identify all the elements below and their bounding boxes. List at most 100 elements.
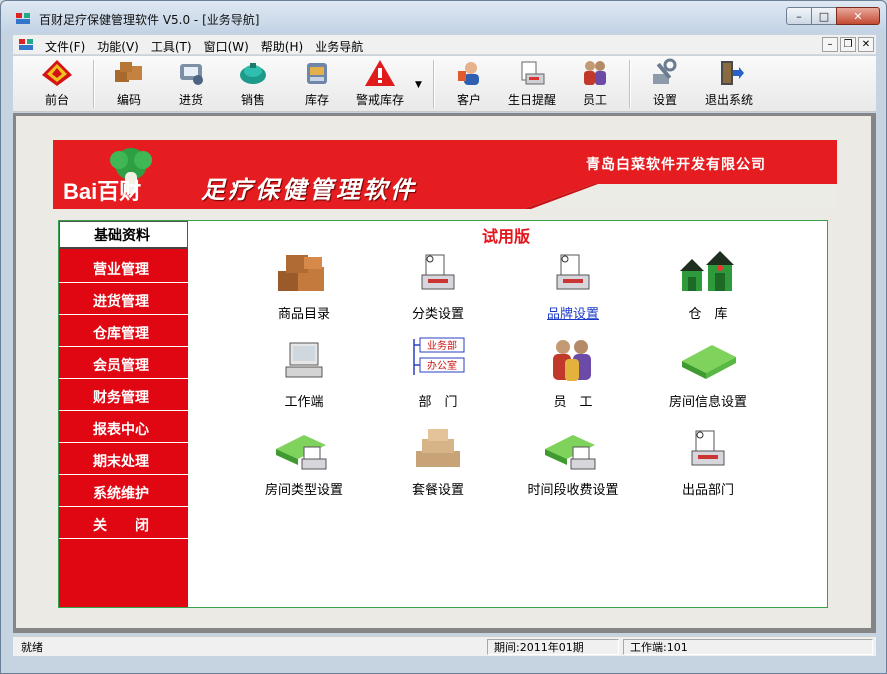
- tile-output-department[interactable]: 出品部门: [643, 425, 773, 498]
- exit-icon: [721, 61, 744, 85]
- toolbar-separator: [433, 60, 435, 108]
- purchase-icon: [180, 64, 203, 85]
- menu-function[interactable]: 功能(V): [97, 38, 139, 55]
- status-workstation: 工作端:101: [623, 639, 873, 655]
- toolbar-warning-stock-button[interactable]: 警戒库存: [349, 58, 411, 110]
- app-window: 百财足疗保健管理软件 V5.0 - [业务导航] – □ ✕ 文件(F) 功能(…: [0, 0, 887, 674]
- app-logo-icon: [16, 13, 30, 24]
- tile-brand-settings[interactable]: 品牌设置: [508, 249, 638, 322]
- toolbar-label: 客户: [456, 93, 481, 107]
- sidebar-item-purchase[interactable]: 进货管理: [59, 287, 188, 315]
- toolbar-inventory-button[interactable]: 库存: [293, 58, 341, 110]
- toolbar-settings-button[interactable]: 设置: [641, 58, 689, 110]
- toolbar-front-desk-button[interactable]: 前台: [33, 58, 81, 110]
- tile-category-settings[interactable]: 分类设置: [373, 249, 503, 322]
- package-icon: [416, 429, 460, 467]
- tile-label: 工作端: [284, 395, 324, 410]
- title-bar: 百财足疗保健管理软件 V5.0 - [业务导航] – □ ✕: [1, 1, 886, 33]
- staff-icon: [584, 61, 606, 85]
- chevron-down-icon[interactable]: ▼: [415, 80, 422, 90]
- tile-label: 员 工: [553, 395, 593, 410]
- tile-label: 部 门: [418, 395, 458, 410]
- toolbar-label: 员工: [582, 93, 607, 107]
- mdi-close-button[interactable]: ✕: [858, 37, 874, 52]
- tile-label: 分类设置: [411, 307, 464, 322]
- tile-room-info-settings[interactable]: 房间信息设置: [643, 337, 773, 410]
- toolbar-staff-button[interactable]: 员工: [571, 58, 619, 110]
- menu-help[interactable]: 帮助(H): [261, 38, 303, 55]
- status-bar: 就绪 期间:2011年01期 工作端:101: [13, 636, 876, 656]
- toolbar-label: 编码: [116, 93, 141, 107]
- tile-label: 房间信息设置: [668, 395, 747, 410]
- sidebar-item-finance[interactable]: 财务管理: [59, 383, 188, 411]
- tile-label: 时间段收费设置: [527, 483, 619, 498]
- staff-icon: [553, 340, 591, 381]
- toolbar: 前台 编码 进货 销售 库存 警戒库存 ▼ 客户 生日提醒 员工 设置 退出系统: [13, 56, 876, 112]
- toolbar-customer-button[interactable]: 客户: [445, 58, 493, 110]
- printer-doc-icon: [421, 254, 455, 290]
- mdi-minimize-button[interactable]: –: [822, 37, 838, 52]
- tile-time-period-fee-settings[interactable]: 时间段收费设置: [508, 425, 638, 498]
- mdi-client-area: Bai百财 足疗保健管理软件 青岛白菜软件开发有限公司 基础资料 营业管理 进货…: [13, 113, 876, 633]
- toolbar-label: 警戒库存: [355, 93, 404, 107]
- green-book-doc-icon: [276, 435, 327, 470]
- toolbar-purchase-button[interactable]: 进货: [167, 58, 215, 110]
- warning-icon: [365, 60, 395, 86]
- tile-warehouse[interactable]: 仓 库: [643, 249, 773, 322]
- toolbar-birthday-button[interactable]: 生日提醒: [503, 58, 561, 110]
- toolbar-label: 生日提醒: [507, 93, 556, 107]
- status-ready: 就绪: [21, 641, 43, 654]
- sales-icon: [240, 63, 266, 84]
- tile-room-type-settings[interactable]: 房间类型设置: [239, 425, 369, 498]
- tile-workstation[interactable]: 工作端: [239, 337, 369, 410]
- mdi-caption-buttons: – ❐ ✕: [820, 37, 874, 52]
- tile-staff[interactable]: 员 工: [508, 337, 638, 410]
- tile-label: 套餐设置: [411, 483, 464, 498]
- sidebar-item-period-end[interactable]: 期末处理: [59, 447, 188, 475]
- menu-business-nav[interactable]: 业务导航: [315, 38, 363, 55]
- printer-doc-icon: [691, 430, 725, 466]
- sidebar-item-basic-data[interactable]: 基础资料: [59, 221, 188, 249]
- mdi-restore-button[interactable]: ❐: [840, 37, 856, 52]
- toolbar-label: 退出系统: [704, 93, 753, 107]
- sidebar-item-reports[interactable]: 报表中心: [59, 415, 188, 443]
- menu-file[interactable]: 文件(F): [45, 38, 85, 55]
- minimize-button[interactable]: –: [786, 7, 812, 25]
- inventory-icon: [307, 63, 327, 84]
- tile-product-catalog[interactable]: 商品目录: [239, 249, 369, 322]
- toolbar-code-button[interactable]: 编码: [105, 58, 153, 110]
- tile-label[interactable]: 品牌设置: [547, 303, 599, 322]
- boxes-icon: [278, 255, 324, 291]
- app-logo-icon: [19, 39, 33, 50]
- menu-window[interactable]: 窗口(W): [204, 38, 249, 55]
- toolbar-label: 前台: [44, 93, 69, 107]
- sidebar-item-warehouse[interactable]: 仓库管理: [59, 319, 188, 347]
- dept-tag-office: 办公室: [427, 359, 457, 372]
- maximize-button[interactable]: □: [811, 7, 837, 25]
- sidebar-item-business[interactable]: 营业管理: [59, 255, 188, 283]
- department-icon: 业务部 办公室: [413, 337, 465, 375]
- tile-department[interactable]: 业务部 办公室 部 门: [373, 337, 503, 410]
- window-title: 百财足疗保健管理软件 V5.0 - [业务导航]: [39, 13, 260, 27]
- menu-tools[interactable]: 工具(T): [151, 38, 192, 55]
- computer-icon: [285, 342, 323, 378]
- sidebar-item-system[interactable]: 系统维护: [59, 479, 188, 507]
- navigation-panel: 基础资料 营业管理 进货管理 仓库管理 会员管理 财务管理 报表中心 期末处理 …: [58, 220, 828, 608]
- tile-package-settings[interactable]: 套餐设置: [373, 425, 503, 498]
- tile-label: 商品目录: [277, 307, 330, 322]
- printer-doc-icon: [556, 254, 590, 290]
- dept-tag-business: 业务部: [427, 339, 457, 352]
- sidebar-item-close[interactable]: 关 闭: [59, 511, 188, 539]
- close-button[interactable]: ✕: [836, 7, 880, 25]
- toolbar-sales-button[interactable]: 销售: [229, 58, 277, 110]
- boxes-icon: [115, 62, 142, 82]
- product-title: 足疗保健管理软件: [201, 176, 417, 204]
- sidebar-item-member[interactable]: 会员管理: [59, 351, 188, 379]
- sidebar: 基础资料 营业管理 进货管理 仓库管理 会员管理 财务管理 报表中心 期末处理 …: [59, 221, 188, 607]
- window-caption-buttons: – □ ✕: [786, 7, 880, 25]
- logo-text: Bai百财: [63, 179, 142, 204]
- toolbar-exit-button[interactable]: 退出系统: [701, 58, 757, 110]
- business-navigation-window: Bai百财 足疗保健管理软件 青岛白菜软件开发有限公司 基础资料 营业管理 进货…: [16, 116, 871, 628]
- toolbar-label: 进货: [178, 93, 203, 107]
- toolbar-separator: [629, 60, 631, 108]
